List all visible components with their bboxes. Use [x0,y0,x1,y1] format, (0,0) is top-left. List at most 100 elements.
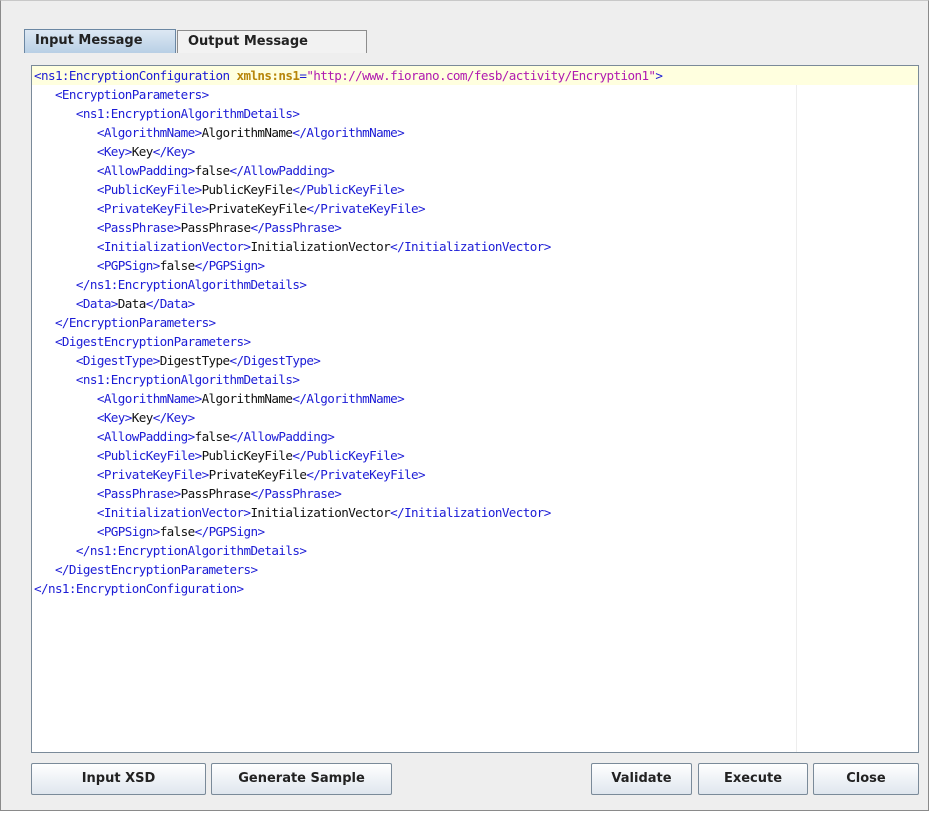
xml-tag-token: </InitializationVector> [390,239,551,254]
xml-tag-token: <Data> [34,296,119,311]
xml-tag-token: </AllowPadding> [229,163,335,178]
xml-tag-token: <ns1:EncryptionAlgorithmDetails> [34,106,300,121]
xml-txt-token: InitializationVector [250,505,391,520]
xml-tag-token: <InitializationVector> [34,505,251,520]
xml-tag-token: </PGPSign> [194,524,265,539]
xml-tag-token: <AlgorithmName> [34,391,202,406]
editor-line[interactable]: </EncryptionParameters> [32,313,918,332]
message-tabs: Input Message Output Message [24,29,924,53]
xml-tag-token: </DigestType> [229,353,321,368]
xml-tag-token: </PassPhrase> [250,220,342,235]
xml-tag-token: <PassPhrase> [34,486,181,501]
editor-line[interactable]: <PassPhrase>PassPhrase</PassPhrase> [32,484,918,503]
xml-tag-token: </ns1:EncryptionAlgorithmDetails> [34,277,307,292]
xml-txt-token: PrivateKeyFile [208,467,307,482]
editor-line[interactable]: </ns1:EncryptionAlgorithmDetails> [32,275,918,294]
tab-input-message[interactable]: Input Message [24,29,176,53]
xml-txt-token: DigestType [159,353,230,368]
xml-tag-token: <PrivateKeyFile> [34,467,209,482]
xml-tag-token: <DigestEncryptionParameters> [34,334,251,349]
editor-line[interactable]: <AllowPadding>false</AllowPadding> [32,427,918,446]
xml-txt-token: Key [131,410,154,425]
editor-line[interactable]: <DigestType>DigestType</DigestType> [32,351,918,370]
xml-editor[interactable]: <ns1:EncryptionConfiguration xmlns:ns1="… [31,65,919,753]
xml-tag-token: </Key> [152,144,196,159]
xml-attr-val-token: "http://www.fiorano.com/fesb/activity/En… [306,68,656,83]
xml-attr-name-token: xmlns:ns1 [236,68,300,83]
xml-tag-token: <AllowPadding> [34,163,195,178]
xml-tag-token: </ns1:EncryptionConfiguration> [34,581,244,596]
input-xsd-button[interactable]: Input XSD [31,763,206,795]
editor-line[interactable]: <ns1:EncryptionAlgorithmDetails> [32,370,918,389]
xml-tag-token: </DigestEncryptionParameters> [34,562,258,577]
xml-tag-token: </PassPhrase> [250,486,342,501]
xml-txt-token: PassPhrase [180,486,251,501]
xml-tag-token: </ns1:EncryptionAlgorithmDetails> [34,543,307,558]
editor-line[interactable]: </ns1:EncryptionConfiguration> [32,579,918,598]
xml-tag-token: <PrivateKeyFile> [34,201,209,216]
xml-tag-token: <PublicKeyFile> [34,182,202,197]
editor-line[interactable]: <Key>Key</Key> [32,408,918,427]
editor-line[interactable]: <DigestEncryptionParameters> [32,332,918,351]
xml-tag-token: </EncryptionParameters> [34,315,216,330]
xml-tag-token: <PassPhrase> [34,220,181,235]
xml-tag-token: </Data> [145,296,195,311]
xml-tag-token: </AlgorithmName> [292,125,405,140]
editor-line[interactable]: <AlgorithmName>AlgorithmName</AlgorithmN… [32,389,918,408]
editor-line[interactable]: <PrivateKeyFile>PrivateKeyFile</PrivateK… [32,465,918,484]
xml-txt-token: Data [117,296,147,311]
editor-line[interactable]: <AllowPadding>false</AllowPadding> [32,161,918,180]
xml-tag-token: <PublicKeyFile> [34,448,202,463]
editor-line[interactable]: <PrivateKeyFile>PrivateKeyFile</PrivateK… [32,199,918,218]
editor-line[interactable]: <Key>Key</Key> [32,142,918,161]
execute-button[interactable]: Execute [698,763,808,795]
xml-txt-token: PublicKeyFile [201,182,293,197]
xml-txt-token: false [194,429,231,444]
xml-tag-token: <DigestType> [34,353,160,368]
xml-tag-token: <PGPSign> [34,258,160,273]
xml-tag-token: <AllowPadding> [34,429,195,444]
editor-line[interactable]: <EncryptionParameters> [32,85,918,104]
xml-txt-token: AlgorithmName [201,391,293,406]
xml-tag-token: <Key> [34,410,133,425]
editor-line[interactable]: <PublicKeyFile>PublicKeyFile</PublicKeyF… [32,180,918,199]
xml-txt-token: PrivateKeyFile [208,201,307,216]
editor-line[interactable]: <InitializationVector>InitializationVect… [32,503,918,522]
editor-line[interactable]: <PGPSign>false</PGPSign> [32,522,918,541]
editor-line[interactable]: <Data>Data</Data> [32,294,918,313]
xml-editor-content[interactable]: <ns1:EncryptionConfiguration xmlns:ns1="… [32,66,918,598]
xml-tag-token: </PrivateKeyFile> [306,201,426,216]
xml-txt-token: false [194,163,231,178]
xml-tag-token: </InitializationVector> [390,505,551,520]
tab-output-message[interactable]: Output Message [177,30,367,53]
editor-line-current[interactable]: <ns1:EncryptionConfiguration xmlns:ns1="… [32,66,918,85]
button-bar: Input XSD Generate Sample Validate Execu… [1,763,929,795]
editor-line[interactable]: <PublicKeyFile>PublicKeyFile</PublicKeyF… [32,446,918,465]
editor-line[interactable]: <PGPSign>false</PGPSign> [32,256,918,275]
xml-tag-token: </PGPSign> [194,258,265,273]
xml-txt-token: false [159,524,196,539]
xml-txt-token: PassPhrase [180,220,251,235]
xml-txt-token: InitializationVector [250,239,391,254]
editor-line[interactable]: </ns1:EncryptionAlgorithmDetails> [32,541,918,560]
xml-tag-token: <EncryptionParameters> [34,87,209,102]
xml-txt-token: false [159,258,196,273]
validate-button[interactable]: Validate [591,763,692,795]
xml-tag-token: <AlgorithmName> [34,125,202,140]
editor-line[interactable]: <PassPhrase>PassPhrase</PassPhrase> [32,218,918,237]
xml-tag-token: <ns1:EncryptionConfiguration [34,68,237,83]
xml-txt-token: Key [131,144,154,159]
xml-tag-token: </PublicKeyFile> [292,448,405,463]
xml-txt-token: PublicKeyFile [201,448,293,463]
xml-tag-token: </AllowPadding> [229,429,335,444]
editor-line[interactable]: <InitializationVector>InitializationVect… [32,237,918,256]
editor-line[interactable]: <ns1:EncryptionAlgorithmDetails> [32,104,918,123]
xml-tag-token: </PrivateKeyFile> [306,467,426,482]
editor-line[interactable]: <AlgorithmName>AlgorithmName</AlgorithmN… [32,123,918,142]
xml-tag-token: </Key> [152,410,196,425]
xml-tag-token: </PublicKeyFile> [292,182,405,197]
editor-line[interactable]: </DigestEncryptionParameters> [32,560,918,579]
close-button[interactable]: Close [813,763,919,795]
generate-sample-button[interactable]: Generate Sample [211,763,392,795]
message-dialog: Input Message Output Message <ns1:Encryp… [0,0,929,811]
